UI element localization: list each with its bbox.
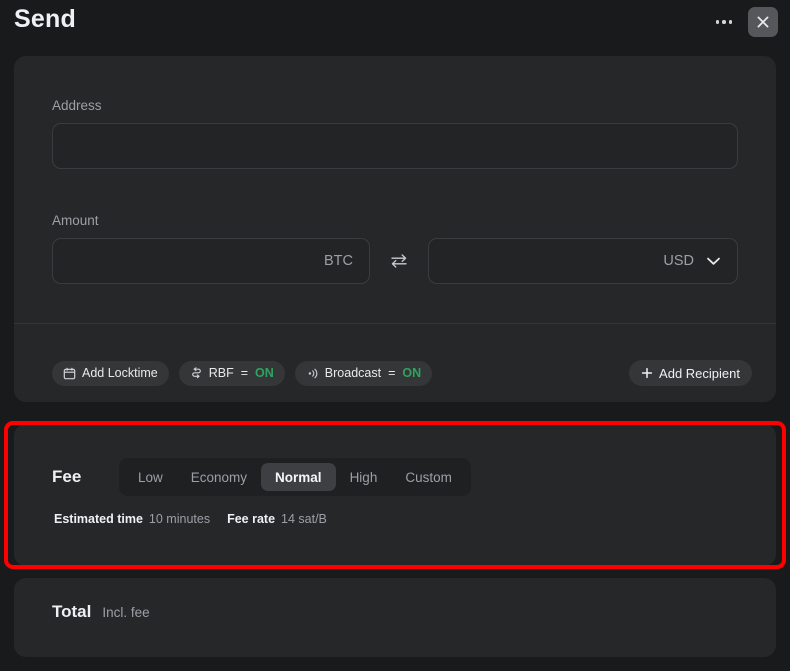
fee-card: Fee Low Economy Normal High Custom Estim… bbox=[14, 424, 776, 566]
fee-option-low[interactable]: Low bbox=[124, 463, 177, 491]
fee-option-high[interactable]: High bbox=[336, 463, 392, 491]
chevron-down-icon[interactable] bbox=[706, 256, 721, 266]
broadcast-equals: = bbox=[388, 366, 396, 380]
rbf-swap-icon bbox=[190, 366, 203, 380]
more-horizontal-icon[interactable] bbox=[710, 8, 738, 36]
calendar-icon bbox=[63, 367, 76, 380]
estimated-time-label: Estimated time bbox=[54, 512, 143, 526]
address-group: Address bbox=[52, 98, 738, 169]
total-section: Total Incl. fee bbox=[52, 602, 150, 622]
amount-btc-field: BTC bbox=[52, 238, 370, 284]
estimated-time-value: 10 minutes bbox=[148, 512, 211, 526]
rbf-label: RBF bbox=[208, 366, 234, 380]
rbf-equals: = bbox=[240, 366, 249, 380]
add-recipient-button[interactable]: Add Recipient bbox=[629, 360, 752, 386]
fee-header: Fee Low Economy Normal High Custom bbox=[52, 458, 752, 496]
options-row: Add Locktime RBF = ON Broadcast = ON Add… bbox=[52, 360, 752, 386]
fiat-unit-label: USD bbox=[663, 253, 694, 269]
fee-details: Estimated time 10 minutes Fee rate 14 sa… bbox=[54, 512, 752, 526]
fee-option-custom[interactable]: Custom bbox=[391, 463, 466, 491]
fee-rate-label: Fee rate bbox=[227, 512, 276, 526]
fee-option-economy[interactable]: Economy bbox=[177, 463, 261, 491]
address-label: Address bbox=[52, 98, 102, 113]
form-divider bbox=[14, 323, 776, 324]
broadcast-chip[interactable]: Broadcast = ON bbox=[294, 360, 433, 386]
broadcast-state: ON bbox=[402, 366, 422, 380]
form-card: Address Amount BTC USD Add Locktime RBF … bbox=[14, 56, 776, 402]
rbf-chip[interactable]: RBF = ON bbox=[178, 360, 285, 386]
fee-segmented-control: Low Economy Normal High Custom bbox=[119, 458, 471, 496]
amount-fiat-field: USD bbox=[428, 238, 738, 284]
swap-horizontal-icon[interactable] bbox=[370, 253, 428, 269]
amount-row: BTC USD bbox=[52, 238, 738, 284]
add-locktime-chip[interactable]: Add Locktime bbox=[52, 360, 169, 386]
broadcast-label: Broadcast bbox=[324, 366, 382, 380]
add-recipient-label: Add Recipient bbox=[659, 365, 740, 381]
amount-group: Amount BTC USD bbox=[52, 213, 738, 284]
amount-btc-input[interactable]: BTC bbox=[52, 238, 370, 284]
fee-section: Fee Low Economy Normal High Custom Estim… bbox=[52, 458, 752, 526]
close-icon bbox=[756, 15, 770, 29]
amount-fiat-input[interactable]: USD bbox=[428, 238, 738, 284]
total-sublabel: Incl. fee bbox=[102, 605, 150, 620]
fee-option-normal[interactable]: Normal bbox=[261, 463, 336, 491]
total-label: Total bbox=[52, 602, 92, 621]
close-button[interactable] bbox=[748, 7, 778, 37]
amount-label: Amount bbox=[52, 213, 99, 228]
page-title: Send bbox=[14, 5, 76, 33]
dialog-header: Send bbox=[0, 0, 790, 56]
address-input[interactable] bbox=[52, 123, 738, 169]
rbf-state: ON bbox=[255, 366, 274, 380]
add-locktime-label: Add Locktime bbox=[82, 366, 158, 380]
fee-rate-value: 14 sat/B bbox=[281, 512, 327, 526]
total-card: Total Incl. fee bbox=[14, 578, 776, 657]
plus-icon bbox=[641, 367, 653, 379]
fee-label: Fee bbox=[52, 467, 82, 486]
send-dialog: Send Address Amount BTC USD Add Locktime… bbox=[0, 0, 790, 671]
header-actions bbox=[710, 7, 778, 37]
broadcast-icon bbox=[306, 367, 319, 380]
btc-unit-label: BTC bbox=[324, 253, 353, 269]
